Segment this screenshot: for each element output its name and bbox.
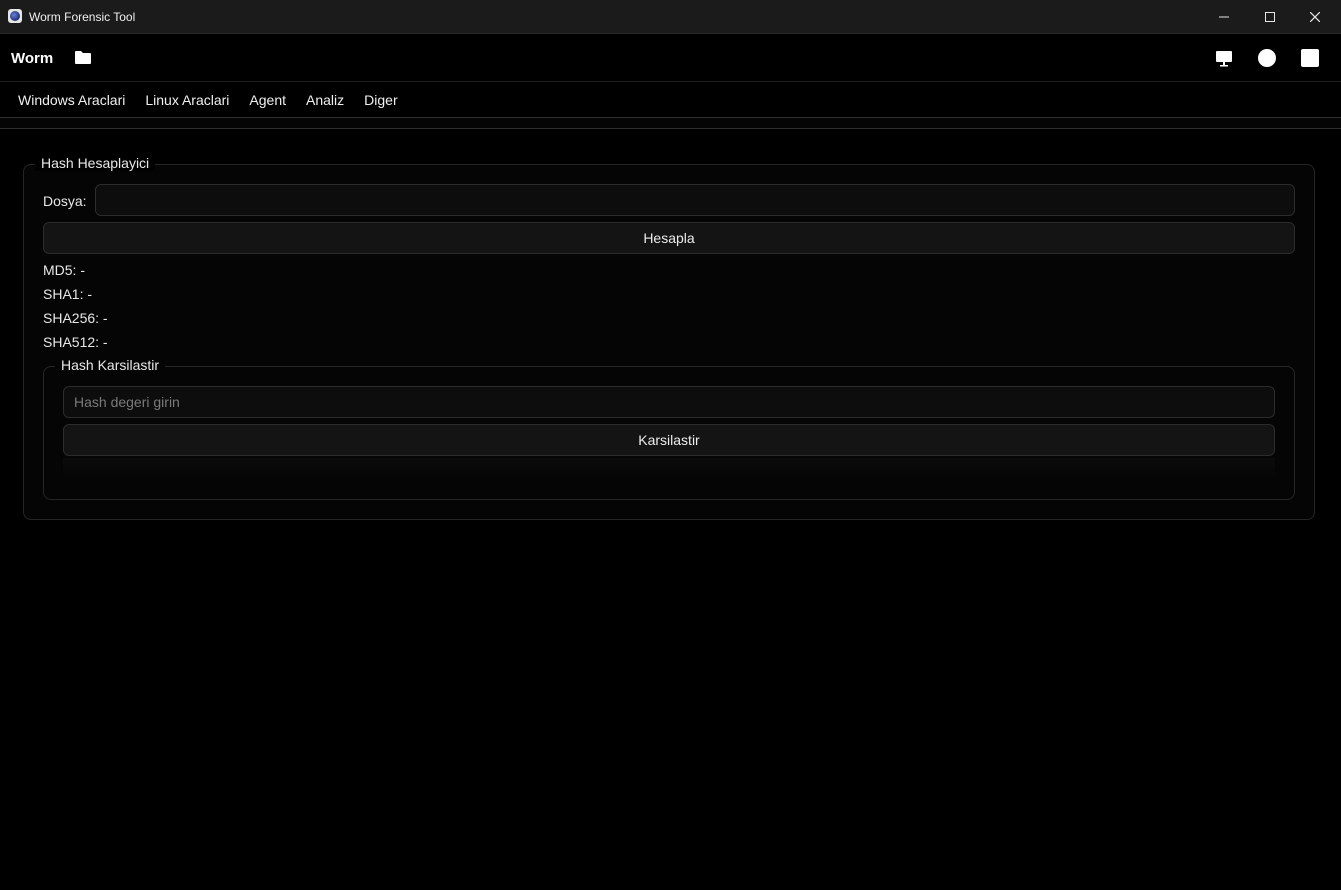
top-toolbar: Worm: [0, 34, 1341, 82]
file-path-input[interactable]: [95, 184, 1295, 216]
md5-result: MD5: -: [43, 262, 85, 278]
app-logo-icon: [8, 9, 22, 23]
menu-item-diger[interactable]: Diger: [354, 83, 407, 117]
brand-label: Worm: [11, 50, 54, 67]
menu-bar: Windows Araclari Linux Araclari Agent An…: [0, 83, 1341, 117]
close-button[interactable]: [1292, 0, 1338, 34]
menu-item-windows-araclari[interactable]: Windows Araclari: [8, 83, 135, 117]
window-title: Worm Forensic Tool: [29, 10, 136, 24]
sha256-result: SHA256: -: [43, 310, 108, 326]
menu-item-analiz[interactable]: Analiz: [296, 83, 354, 117]
minimize-icon: [1219, 16, 1229, 18]
title-bar: Worm Forensic Tool: [0, 0, 1341, 34]
compare-button[interactable]: Karsilastir: [63, 424, 1275, 456]
app-window: Worm Forensic Tool Worm Windows Araclari…: [0, 0, 1341, 890]
close-icon: [1310, 12, 1320, 22]
monitor-icon[interactable]: [1214, 48, 1234, 68]
minimize-button[interactable]: [1201, 0, 1247, 34]
square-icon[interactable]: [1300, 48, 1320, 68]
hash-value-input[interactable]: [63, 386, 1275, 418]
sha1-result: SHA1: -: [43, 286, 93, 302]
maximize-button[interactable]: [1247, 0, 1293, 34]
hash-compare-title: Hash Karsilastir: [55, 357, 166, 373]
sha512-result: SHA512: -: [43, 334, 108, 350]
circle-icon[interactable]: [1257, 48, 1277, 68]
menu-item-linux-araclari[interactable]: Linux Araclari: [135, 83, 239, 117]
compare-result-area: [63, 458, 1275, 480]
file-label: Dosya:: [43, 193, 87, 209]
maximize-icon: [1265, 12, 1275, 22]
tab-strip-divider: [0, 117, 1341, 129]
calculate-button[interactable]: Hesapla: [43, 222, 1295, 254]
hash-calculator-title: Hash Hesaplayici: [35, 155, 156, 171]
menu-item-agent[interactable]: Agent: [239, 83, 296, 117]
folder-icon[interactable]: [74, 49, 92, 65]
